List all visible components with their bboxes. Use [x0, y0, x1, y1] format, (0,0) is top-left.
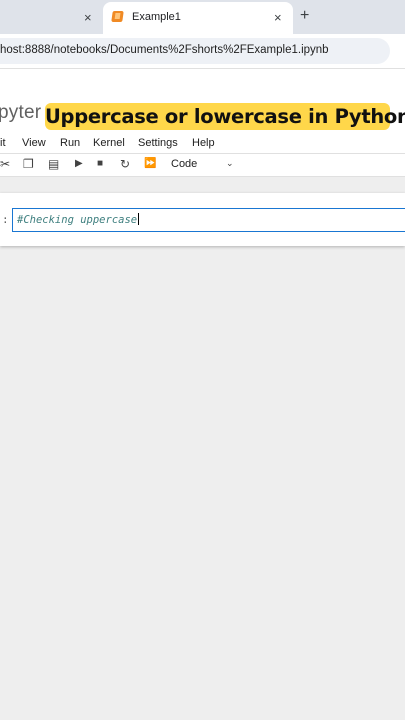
fast-forward-icon[interactable]: ⏩ — [144, 157, 156, 171]
menu-help[interactable]: Help — [192, 137, 215, 149]
cell-prompt: : — [2, 213, 9, 226]
close-icon[interactable]: × — [84, 11, 92, 24]
cell-type-select[interactable]: Code — [171, 158, 197, 170]
menu-edit[interactable]: it — [0, 137, 6, 149]
banner-text: Uppercase or lowercase in Python — [45, 105, 405, 128]
active-tab[interactable]: Example1 × — [103, 2, 293, 34]
menu-settings[interactable]: Settings — [138, 137, 178, 149]
stop-icon[interactable]: ■ — [97, 157, 103, 171]
tab-title: Example1 — [132, 11, 181, 23]
notebook-icon — [111, 11, 124, 22]
previous-tab[interactable]: × — [0, 0, 103, 34]
menu-run[interactable]: Run — [60, 137, 80, 149]
menu-view[interactable]: View — [22, 137, 46, 149]
notebook-panel — [0, 177, 405, 720]
title-banner: Uppercase or lowercase in Python — [45, 103, 405, 130]
url-text[interactable]: host:8888/notebooks/Documents%2Fshorts%2… — [0, 44, 329, 56]
paste-icon[interactable]: ▤ — [48, 157, 59, 171]
code-cell-input[interactable]: #Checking uppercase — [12, 208, 405, 232]
browser-tab-strip: × Example1 × + — [0, 0, 405, 34]
run-icon[interactable]: ▶ — [75, 157, 83, 171]
divider — [0, 153, 405, 154]
chevron-down-icon[interactable]: ⌄ — [226, 158, 234, 169]
cut-icon[interactable]: ✂ — [0, 157, 10, 171]
new-tab-button[interactable]: + — [300, 7, 309, 25]
close-icon[interactable]: × — [274, 11, 282, 24]
text-cursor — [138, 213, 140, 225]
code-text: #Checking uppercase — [17, 214, 138, 226]
jupyter-logo[interactable]: pyter — [0, 102, 41, 124]
copy-icon[interactable]: ❐ — [23, 157, 34, 171]
restart-icon[interactable]: ↻ — [120, 157, 130, 171]
menu-kernel[interactable]: Kernel — [93, 137, 125, 149]
